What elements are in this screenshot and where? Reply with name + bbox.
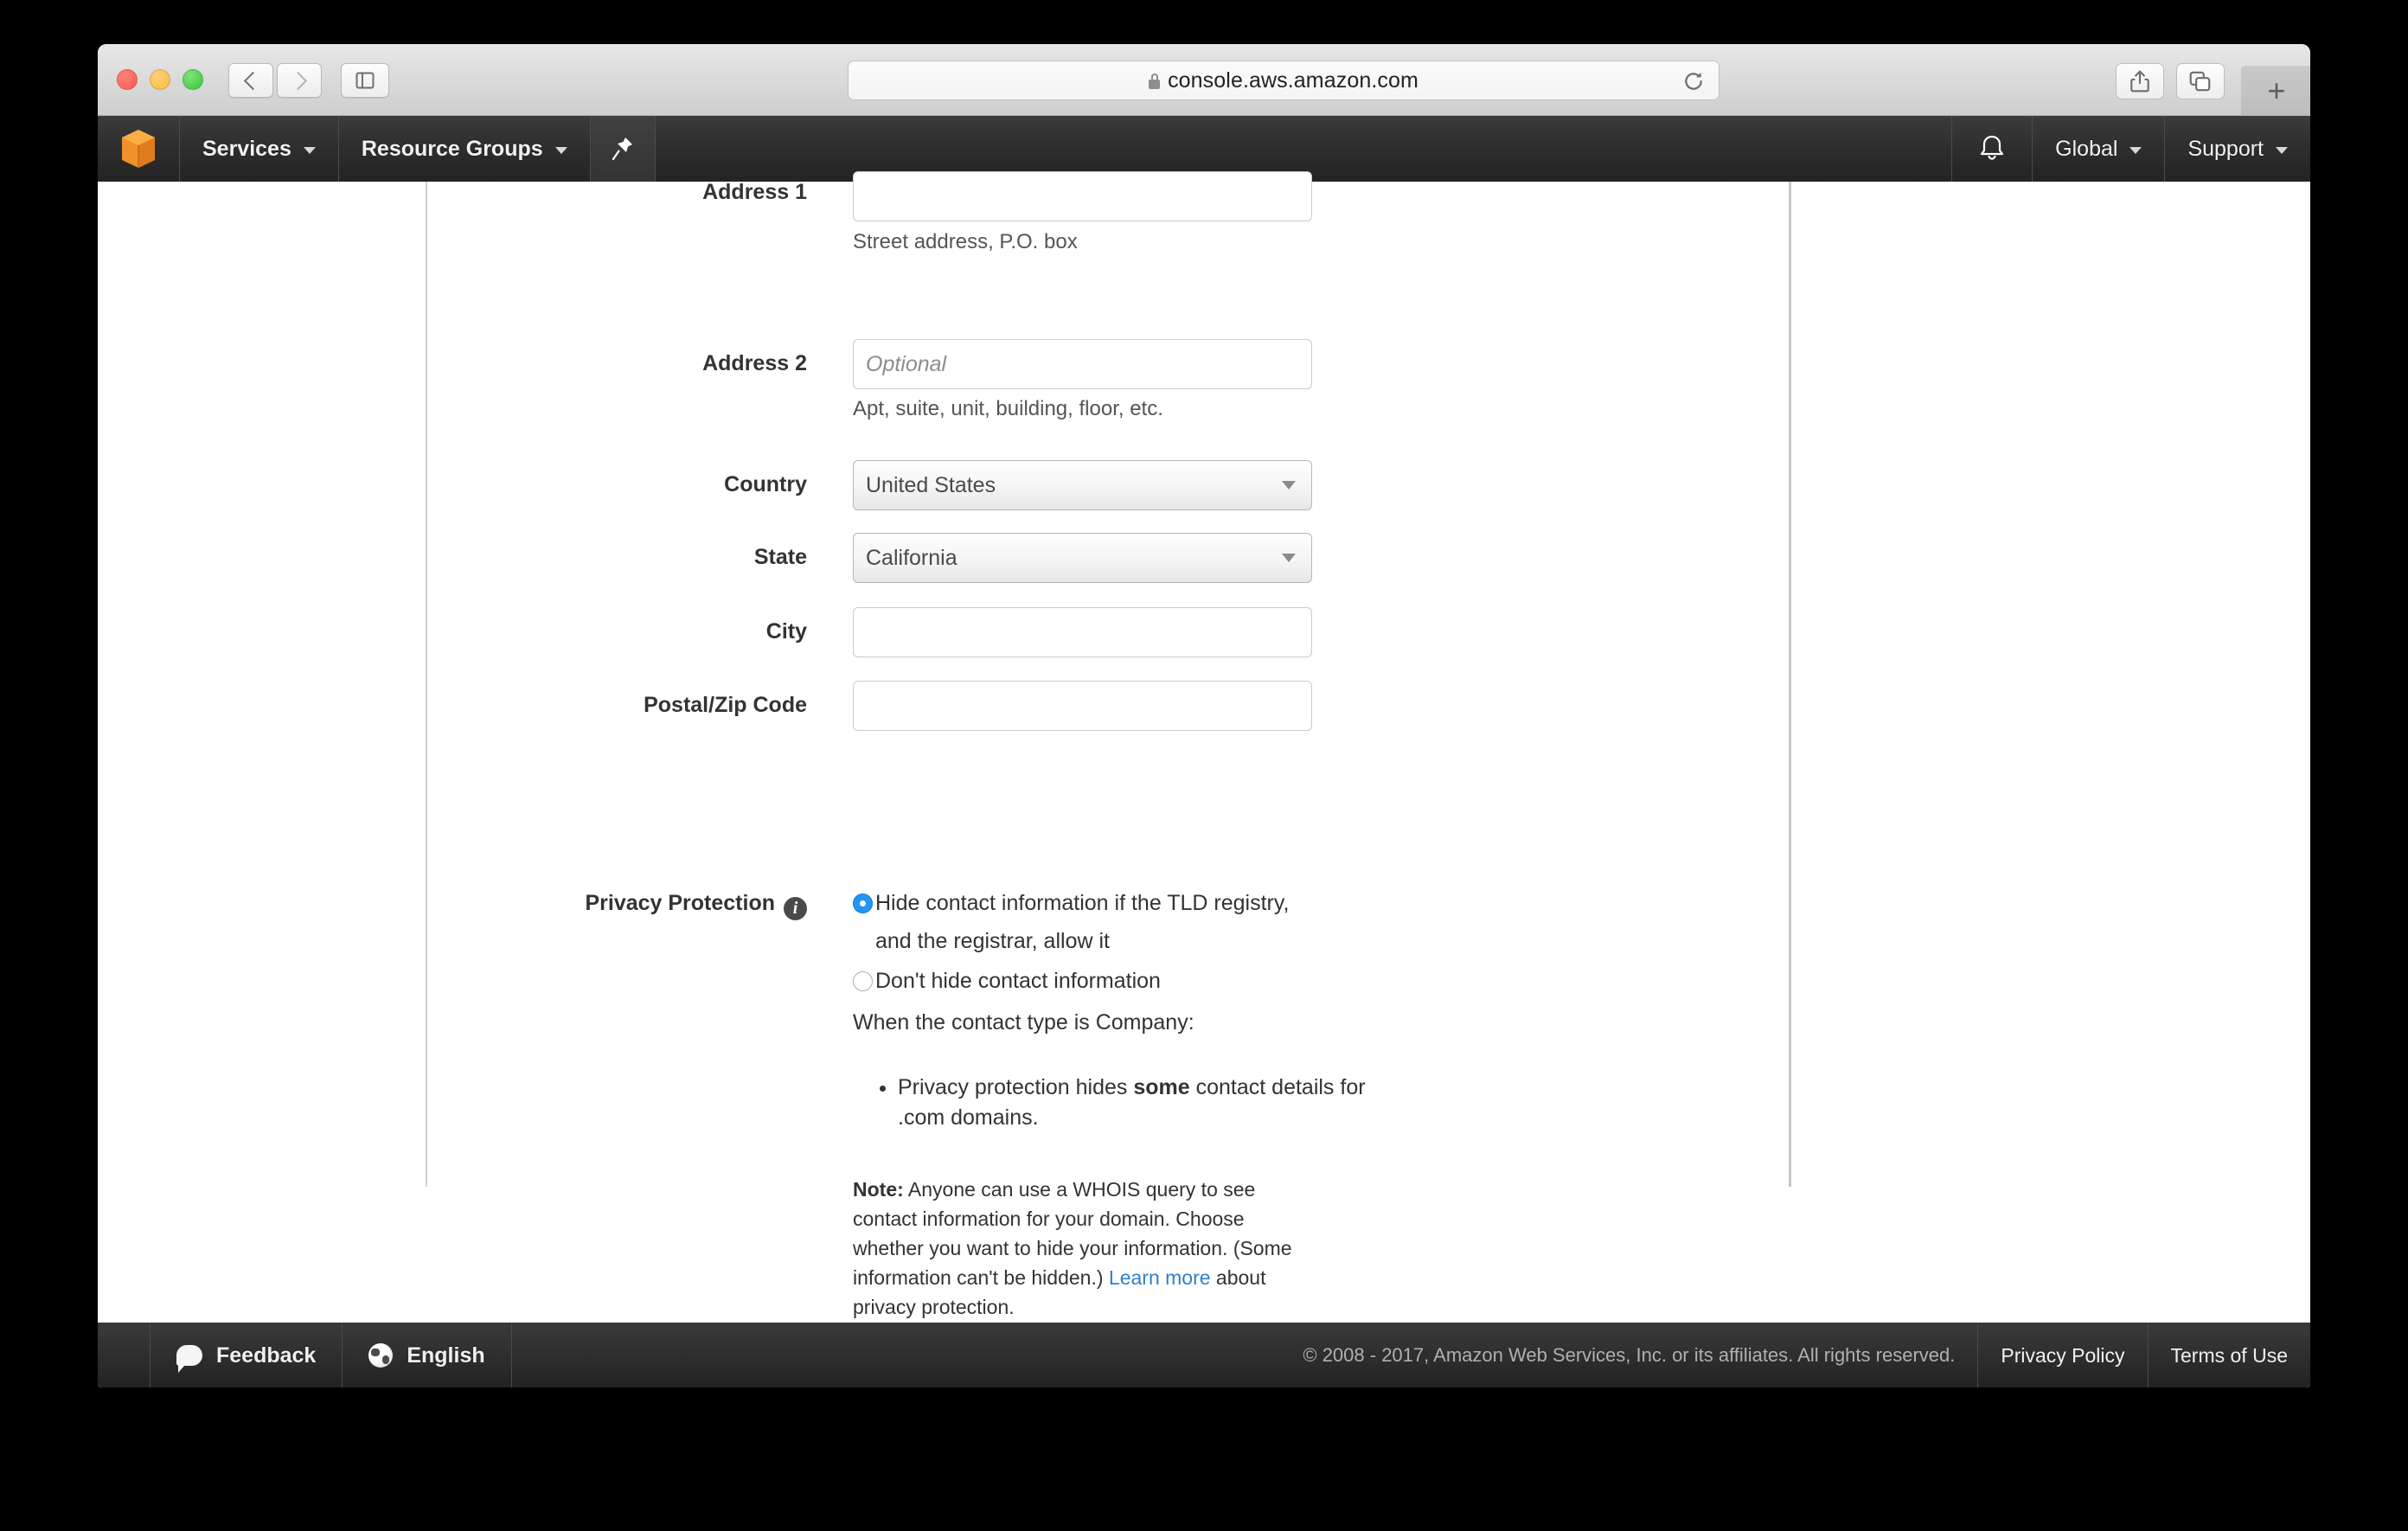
browser-window: console.aws.amazon.com + bbox=[98, 44, 2310, 1387]
url-text-wrapper: console.aws.amazon.com bbox=[1149, 68, 1419, 93]
aws-footer: Feedback English © 2008 - 2017, Amazon W… bbox=[98, 1323, 2310, 1387]
aws-cube-logo[interactable] bbox=[98, 116, 180, 182]
note-label: Note: bbox=[853, 1178, 904, 1201]
copyright-text: © 2008 - 2017, Amazon Web Services, Inc.… bbox=[1280, 1323, 1978, 1387]
url-text: console.aws.amazon.com bbox=[1168, 68, 1419, 93]
forward-navigation-button[interactable] bbox=[277, 63, 322, 98]
contact-type-heading: When the contact type is Company: bbox=[853, 1010, 1194, 1035]
feedback-label: Feedback bbox=[216, 1343, 316, 1368]
form-column-divider-left bbox=[426, 182, 427, 1187]
pin-icon bbox=[612, 136, 634, 162]
address2-hint: Apt, suite, unit, building, floor, etc. bbox=[853, 397, 1163, 421]
globe-icon bbox=[368, 1343, 393, 1368]
city-label: City bbox=[357, 619, 807, 644]
window-controls bbox=[117, 69, 203, 90]
chevron-down-icon bbox=[555, 147, 567, 154]
nav-region-selector[interactable]: Global bbox=[2032, 116, 2164, 182]
privacy-details-list: Privacy protection hides some contact de… bbox=[853, 1073, 1417, 1132]
share-button[interactable] bbox=[2116, 63, 2164, 99]
nav-support-menu[interactable]: Support bbox=[2164, 116, 2310, 182]
bell-icon bbox=[1977, 133, 2007, 164]
address-bar[interactable]: console.aws.amazon.com bbox=[848, 61, 1720, 100]
city-input[interactable] bbox=[853, 607, 1312, 657]
chevron-down-icon bbox=[1282, 481, 1296, 490]
new-tab-label: + bbox=[2267, 75, 2285, 106]
chevron-down-icon bbox=[2129, 147, 2142, 154]
radio-button-selected-icon[interactable] bbox=[853, 894, 873, 913]
feedback-button[interactable]: Feedback bbox=[150, 1323, 343, 1387]
address1-hint: Street address, P.O. box bbox=[853, 230, 1078, 254]
show-tabs-icon bbox=[2188, 70, 2213, 93]
address2-input[interactable] bbox=[853, 339, 1312, 389]
sidebar-toggle-icon bbox=[355, 70, 375, 91]
close-window-button[interactable] bbox=[117, 69, 138, 90]
nav-services[interactable]: Services bbox=[180, 116, 339, 182]
address2-label: Address 2 bbox=[357, 351, 807, 376]
privacy-option-dont-hide-label: Don't hide contact information bbox=[875, 962, 1161, 1000]
language-label: English bbox=[407, 1343, 484, 1368]
info-icon[interactable]: i bbox=[784, 897, 807, 920]
country-selected-value: United States bbox=[866, 473, 996, 498]
chevron-down-icon bbox=[2276, 147, 2288, 154]
nav-region-label: Global bbox=[2055, 137, 2117, 162]
privacy-option-hide[interactable]: Hide contact information if the TLD regi… bbox=[853, 884, 1303, 960]
form-column-divider-right bbox=[1789, 182, 1791, 1187]
chevron-down-icon bbox=[1282, 554, 1296, 562]
privacy-protection-radio-group: Hide contact information if the TLD regi… bbox=[853, 884, 1303, 1000]
reload-icon[interactable] bbox=[1682, 70, 1705, 93]
terms-of-use-link[interactable]: Terms of Use bbox=[2149, 1323, 2310, 1387]
address1-input[interactable] bbox=[853, 171, 1312, 221]
chevron-left-icon bbox=[243, 71, 261, 89]
privacy-policy-link[interactable]: Privacy Policy bbox=[1978, 1323, 2148, 1387]
nav-services-label: Services bbox=[202, 137, 291, 162]
chevron-right-icon bbox=[288, 71, 306, 89]
privacy-protection-label-text: Privacy Protection bbox=[585, 891, 775, 915]
notifications-button[interactable] bbox=[1951, 116, 2032, 182]
privacy-option-dont-hide[interactable]: Don't hide contact information bbox=[853, 962, 1303, 1000]
state-label: State bbox=[357, 545, 807, 570]
privacy-option-hide-label: Hide contact information if the TLD regi… bbox=[875, 884, 1303, 960]
list-item: Privacy protection hides some contact de… bbox=[898, 1073, 1417, 1132]
bullet-text-emphasis: some bbox=[1133, 1075, 1189, 1099]
learn-more-link[interactable]: Learn more bbox=[1109, 1266, 1211, 1289]
language-selector[interactable]: English bbox=[343, 1323, 511, 1387]
postal-code-input[interactable] bbox=[853, 681, 1312, 731]
privacy-protection-label: Privacy Protection i bbox=[357, 891, 807, 920]
state-selected-value: California bbox=[866, 546, 957, 571]
address1-label: Address 1 bbox=[357, 180, 807, 205]
maximize-window-button[interactable] bbox=[183, 69, 203, 90]
registration-form-page: Address 1 Street address, P.O. box Addre… bbox=[98, 182, 2310, 1387]
privacy-note: Note: Anyone can use a WHOIS query to se… bbox=[853, 1175, 1311, 1322]
back-navigation-button[interactable] bbox=[228, 63, 273, 98]
nav-right-group: Global Support bbox=[1951, 116, 2310, 182]
browser-toolbar: console.aws.amazon.com + bbox=[98, 44, 2310, 116]
chevron-down-icon bbox=[304, 147, 316, 154]
footer-right-group: © 2008 - 2017, Amazon Web Services, Inc.… bbox=[1280, 1323, 2310, 1387]
nav-resource-groups[interactable]: Resource Groups bbox=[339, 116, 591, 182]
show-all-tabs-button[interactable] bbox=[2176, 63, 2225, 99]
state-select[interactable]: California bbox=[853, 533, 1312, 583]
new-tab-button[interactable]: + bbox=[2241, 66, 2310, 115]
minimize-window-button[interactable] bbox=[150, 69, 170, 90]
postal-code-label: Postal/Zip Code bbox=[357, 693, 807, 718]
nav-pin-button[interactable] bbox=[591, 116, 656, 182]
share-icon bbox=[2129, 69, 2151, 93]
country-label: Country bbox=[357, 472, 807, 497]
radio-button-unselected-icon[interactable] bbox=[853, 971, 873, 991]
lock-icon bbox=[1149, 80, 1160, 89]
country-select[interactable]: United States bbox=[853, 460, 1312, 510]
bullet-text-pre: Privacy protection hides bbox=[898, 1075, 1133, 1099]
nav-support-label: Support bbox=[2187, 137, 2264, 162]
sidebar-toggle-button[interactable] bbox=[341, 63, 389, 98]
aws-cube-icon bbox=[120, 128, 157, 170]
nav-resource-groups-label: Resource Groups bbox=[362, 137, 543, 162]
speech-bubble-icon bbox=[176, 1345, 202, 1366]
